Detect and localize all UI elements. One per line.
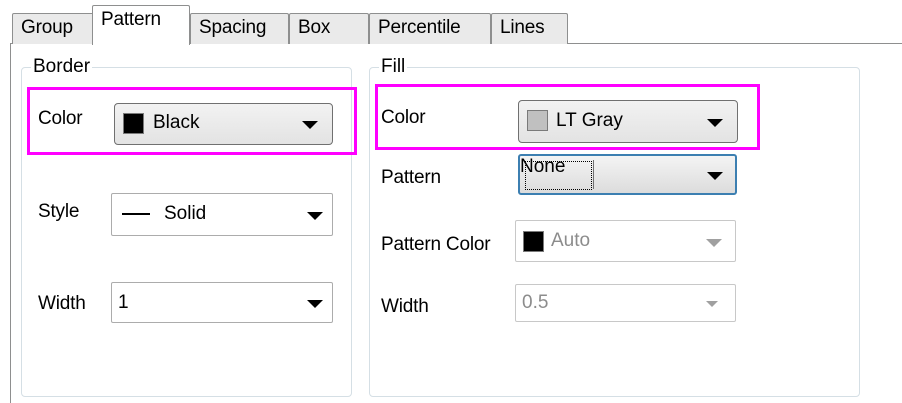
fill-width-label: Width xyxy=(381,296,429,317)
panel-border xyxy=(10,43,11,403)
fill-pattern-color-dropdown[interactable]: Auto xyxy=(515,220,736,262)
pattern-preview xyxy=(525,161,592,190)
tab-group[interactable]: Group xyxy=(12,13,94,44)
border-width-value: 1 xyxy=(118,292,129,313)
border-color-label: Color xyxy=(38,108,83,129)
fill-width-value: 0.5 xyxy=(522,292,549,313)
chevron-down-icon xyxy=(307,212,323,220)
chevron-down-icon xyxy=(706,239,722,247)
separator xyxy=(593,160,594,189)
fill-color-value: LT Gray xyxy=(556,110,623,131)
border-width-dropdown[interactable]: 1 xyxy=(111,282,333,323)
border-color-dropdown[interactable]: Black xyxy=(114,103,333,145)
fill-group-title: Fill xyxy=(379,56,408,78)
tab-box[interactable]: Box xyxy=(289,13,369,44)
solid-line-icon xyxy=(122,213,150,215)
tab-label: Box xyxy=(298,17,331,38)
color-swatch xyxy=(527,110,548,131)
border-style-dropdown[interactable]: Solid xyxy=(111,193,333,236)
chevron-down-icon xyxy=(706,301,718,307)
chevron-down-icon xyxy=(707,172,723,180)
tab-percentile[interactable]: Percentile xyxy=(369,13,491,44)
fill-pattern-color-value: Auto xyxy=(551,230,591,251)
chevron-down-icon xyxy=(307,300,323,308)
tab-pattern[interactable]: Pattern xyxy=(92,5,190,45)
tab-label: Lines xyxy=(500,17,545,38)
tab-label: Pattern xyxy=(101,9,161,30)
tab-lines[interactable]: Lines xyxy=(491,13,568,44)
tab-label: Group xyxy=(21,17,73,38)
tab-label: Spacing xyxy=(199,17,267,38)
border-color-value: Black xyxy=(153,112,200,133)
chevron-down-icon xyxy=(707,119,723,127)
tab-spacing[interactable]: Spacing xyxy=(190,13,289,44)
tab-strip: Group Pattern Spacing Box Percentile Lin… xyxy=(0,0,902,45)
fill-color-dropdown[interactable]: LT Gray xyxy=(518,100,738,143)
border-width-label: Width xyxy=(38,293,86,314)
color-swatch xyxy=(523,231,544,252)
border-style-value: Solid xyxy=(164,203,207,224)
fill-pattern-dropdown[interactable]: None xyxy=(518,154,737,195)
border-group-title: Border xyxy=(31,56,93,78)
tab-label: Percentile xyxy=(378,17,461,38)
color-swatch xyxy=(123,113,144,134)
border-style-label: Style xyxy=(38,201,80,222)
fill-width-dropdown[interactable]: 0.5 xyxy=(515,284,736,322)
chevron-down-icon xyxy=(302,121,318,129)
fill-pattern-color-label: Pattern Color xyxy=(381,234,491,255)
fill-color-label: Color xyxy=(381,107,426,128)
fill-pattern-label: Pattern xyxy=(381,167,441,188)
